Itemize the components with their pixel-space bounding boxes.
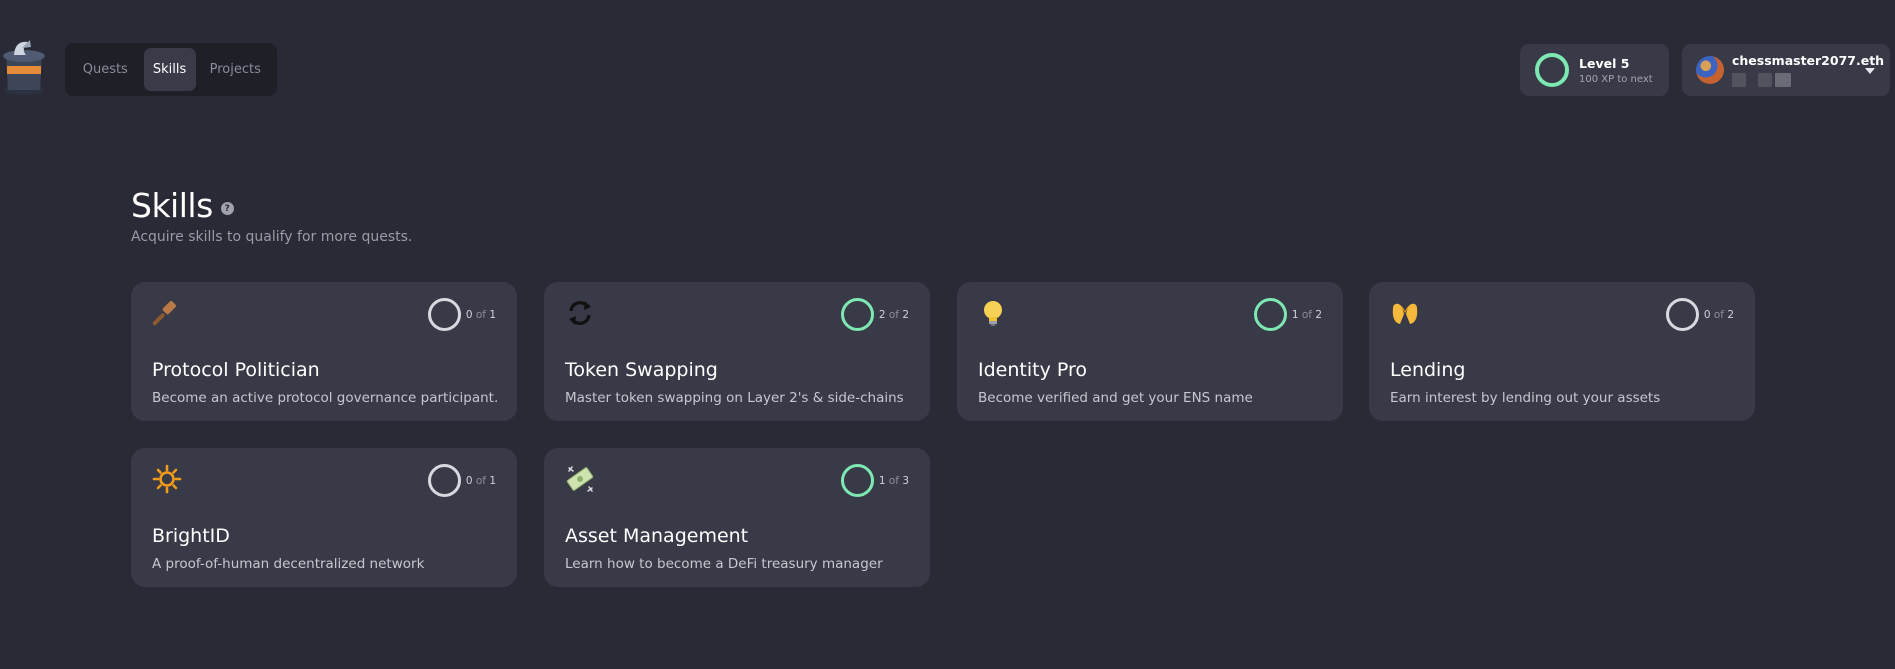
skill-description: Become verified and get your ENS name xyxy=(978,390,1253,406)
progress-ring xyxy=(1665,298,1699,331)
lightbulb-icon xyxy=(978,298,1008,328)
skill-title: Lending xyxy=(1390,359,1466,381)
sun-icon xyxy=(152,464,182,494)
help-icon[interactable]: ? xyxy=(220,202,234,215)
page-title: Skills xyxy=(131,186,213,225)
tab-quests[interactable]: Quests xyxy=(71,48,140,91)
main-nav: Quests Skills Projects xyxy=(65,43,277,96)
hands-icon xyxy=(1390,298,1420,328)
level-progress-ring xyxy=(1535,53,1569,87)
redacted-address xyxy=(1732,73,1884,87)
progress-ring xyxy=(840,464,874,497)
progress-ring xyxy=(1253,298,1287,331)
skill-title: Identity Pro xyxy=(978,359,1087,381)
skill-title: Asset Management xyxy=(565,525,749,547)
skill-title: BrightID xyxy=(152,525,230,547)
level-label: Level 5 xyxy=(1579,55,1630,71)
skill-card-lending[interactable]: 0 of 2 Lending Earn interest by lending … xyxy=(1369,282,1755,421)
xp-to-next-label: 100 XP to next xyxy=(1579,73,1653,85)
wizard-hat-logo[interactable] xyxy=(0,38,48,96)
app-page: Quests Skills Projects Level 5 100 XP to… xyxy=(0,0,1895,669)
skill-card-brightid[interactable]: 0 of 1 BrightID A proof-of-human decentr… xyxy=(131,448,517,587)
avatar xyxy=(1696,56,1724,84)
swap-icon xyxy=(565,298,595,328)
money-icon xyxy=(565,464,595,494)
skill-description: Learn how to become a DeFi treasury mana… xyxy=(565,556,883,572)
skill-title: Token Swapping xyxy=(565,359,718,381)
tab-skills[interactable]: Skills xyxy=(143,48,196,91)
progress-ring xyxy=(427,298,461,331)
user-menu[interactable]: chessmaster2077.eth xyxy=(1682,44,1890,96)
progress-ring xyxy=(427,464,461,497)
level-indicator[interactable]: Level 5 100 XP to next xyxy=(1520,44,1669,96)
skill-progress: 0 of 1 xyxy=(427,464,496,497)
skill-card-token-swapping[interactable]: 2 of 2 Token Swapping Master token swapp… xyxy=(544,282,930,421)
skill-card-protocol-politician[interactable]: 0 of 1 Protocol Politician Become an act… xyxy=(131,282,517,421)
skill-description: Become an active protocol governance par… xyxy=(152,390,499,406)
skill-description: Earn interest by lending out your assets xyxy=(1390,390,1661,406)
chevron-down-icon[interactable] xyxy=(1865,68,1875,74)
skill-progress: 0 of 1 xyxy=(427,298,496,331)
skill-description: Master token swapping on Layer 2's & sid… xyxy=(565,390,904,406)
skill-progress: 1 of 3 xyxy=(840,464,909,497)
skill-title: Protocol Politician xyxy=(152,359,320,381)
gavel-icon xyxy=(152,298,182,328)
skill-card-asset-management[interactable]: 1 of 3 Asset Management Learn how to bec… xyxy=(544,448,930,587)
username: chessmaster2077.eth xyxy=(1732,53,1885,68)
skill-progress: 2 of 2 xyxy=(840,298,909,331)
page-subtitle: Acquire skills to qualify for more quest… xyxy=(131,229,413,245)
progress-ring xyxy=(840,298,874,331)
skill-progress: 1 of 2 xyxy=(1253,298,1322,331)
tab-projects[interactable]: Projects xyxy=(200,48,272,91)
skill-description: A proof-of-human decentralized network xyxy=(152,556,425,572)
skill-progress: 0 of 2 xyxy=(1665,298,1734,331)
skill-card-identity-pro[interactable]: 1 of 2 Identity Pro Become verified and … xyxy=(957,282,1343,421)
